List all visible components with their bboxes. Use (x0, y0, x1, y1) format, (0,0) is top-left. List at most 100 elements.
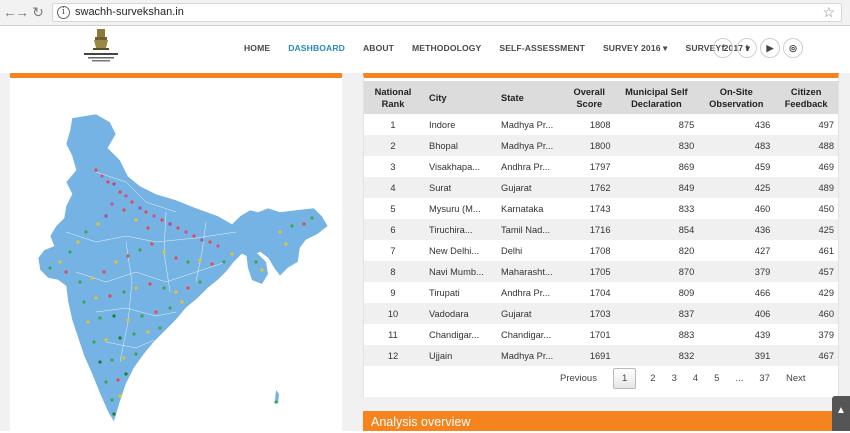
table-row: 2 Bhopal Madhya Pr... 1800 830 483 488 (364, 135, 838, 156)
cell-on-site-observation: 391 (698, 345, 775, 366)
table-row: 11 Chandigar... Chandigar... 1701 883 43… (364, 324, 838, 345)
emblem-logo[interactable] (76, 27, 126, 71)
cell-municipal-self-declaration: 832 (614, 345, 699, 366)
cell-overall-score: 1743 (564, 198, 615, 219)
analysis-overview-header: Analysis overview (363, 411, 839, 431)
cell-on-site-observation: 460 (698, 198, 775, 219)
cell-city: Indore (422, 114, 494, 135)
info-icon[interactable]: i (57, 6, 70, 19)
table-row: 12 Ujjain Madhya Pr... 1691 832 391 467 (364, 345, 838, 366)
cell-citizen-feedback: 429 (774, 282, 838, 303)
cell-municipal-self-declaration: 883 (614, 324, 699, 345)
cell-state: Delhi (494, 240, 564, 261)
cell-city: Tiruchira... (422, 219, 494, 240)
cell-municipal-self-declaration: 875 (614, 114, 699, 135)
cell-on-site-observation: 425 (698, 177, 775, 198)
ranking-table: National Rank City State Overall Score M… (364, 81, 838, 366)
cell-on-site-observation: 406 (698, 303, 775, 324)
cell-city: Mysuru (M... (422, 198, 494, 219)
forward-icon[interactable]: → (14, 4, 30, 20)
cell-on-site-observation: 436 (698, 219, 775, 240)
cell-rank: 1 (364, 114, 422, 135)
cell-municipal-self-declaration: 830 (614, 135, 699, 156)
pagination-page-last[interactable]: 37 (759, 373, 770, 384)
header-state[interactable]: State (494, 81, 564, 114)
table-row: 1 Indore Madhya Pr... 1808 875 436 497 (364, 114, 838, 135)
twitter-icon[interactable]: t (737, 38, 757, 58)
cell-municipal-self-declaration: 870 (614, 261, 699, 282)
cell-rank: 2 (364, 135, 422, 156)
table-row: 7 New Delhi... Delhi 1708 820 427 461 (364, 240, 838, 261)
cell-state: Gujarat (494, 303, 564, 324)
cell-city: Vadodara (422, 303, 494, 324)
browser-address-bar: ← → ↻ i swachh-survekshan.in ☆ (0, 0, 850, 26)
header-national-rank[interactable]: National Rank (364, 81, 422, 114)
cell-citizen-feedback: 425 (774, 219, 838, 240)
cell-on-site-observation: 466 (698, 282, 775, 303)
header-municipal-self-declaration[interactable]: Municipal Self Declaration (614, 81, 699, 114)
cell-state: Chandigar... (494, 324, 564, 345)
cell-city: Bhopal (422, 135, 494, 156)
cell-state: Karnataka (494, 198, 564, 219)
site-header: HOME DASHBOARD ABOUT METHODOLOGY SELF-AS… (0, 27, 850, 73)
table-row: 8 Navi Mumb... Maharasht... 1705 870 379… (364, 261, 838, 282)
nav-dashboard[interactable]: DASHBOARD (288, 43, 345, 59)
cell-overall-score: 1691 (564, 345, 615, 366)
cell-rank: 10 (364, 303, 422, 324)
url-field[interactable]: i swachh-survekshan.in ☆ (52, 3, 842, 22)
facebook-icon[interactable]: f (713, 38, 733, 58)
cell-on-site-observation: 483 (698, 135, 775, 156)
cell-on-site-observation: 459 (698, 156, 775, 177)
table-header-row: National Rank City State Overall Score M… (364, 81, 838, 114)
cell-municipal-self-declaration: 809 (614, 282, 699, 303)
youtube-icon[interactable]: ▶ (760, 38, 780, 58)
pagination-page[interactable]: 2 (650, 373, 655, 384)
cell-citizen-feedback: 489 (774, 177, 838, 198)
reload-icon[interactable]: ↻ (30, 4, 46, 20)
cell-state: Madhya Pr... (494, 135, 564, 156)
bookmark-star-icon[interactable]: ☆ (822, 4, 835, 21)
pagination-ellipsis: ... (735, 372, 744, 384)
cell-municipal-self-declaration: 833 (614, 198, 699, 219)
header-citizen-feedback[interactable]: Citizen Feedback (774, 81, 838, 114)
instagram-icon[interactable]: ◎ (783, 38, 803, 58)
table-row: 10 Vadodara Gujarat 1703 837 406 460 (364, 303, 838, 324)
nav-home[interactable]: HOME (244, 43, 270, 59)
pagination-previous[interactable]: Previous (560, 373, 597, 384)
cell-rank: 7 (364, 240, 422, 261)
cell-rank: 9 (364, 282, 422, 303)
table-row: 6 Tiruchira... Tamil Nad... 1716 854 436… (364, 219, 838, 240)
cell-state: Madhya Pr... (494, 345, 564, 366)
cell-overall-score: 1705 (564, 261, 615, 282)
cell-city: Navi Mumb... (422, 261, 494, 282)
header-on-site-observation[interactable]: On-Site Observation (698, 81, 775, 114)
scroll-top-button[interactable]: ▲ (832, 396, 850, 431)
cell-state: Maharasht... (494, 261, 564, 282)
pagination-page[interactable]: 5 (714, 373, 719, 384)
header-overall-score[interactable]: Overall Score (564, 81, 615, 114)
india-map-shape (37, 113, 329, 423)
header-city[interactable]: City (422, 81, 494, 114)
cell-citizen-feedback: 467 (774, 345, 838, 366)
nav-methodology[interactable]: METHODOLOGY (412, 43, 481, 59)
nav-survey-2016[interactable]: SURVEY 2016 ▾ (603, 43, 668, 59)
cell-city: New Delhi... (422, 240, 494, 261)
cell-rank: 5 (364, 198, 422, 219)
cell-overall-score: 1800 (564, 135, 615, 156)
main-nav: HOME DASHBOARD ABOUT METHODOLOGY SELF-AS… (244, 43, 768, 59)
table-row: 9 Tirupati Andhra Pr... 1704 809 466 429 (364, 282, 838, 303)
india-map[interactable] (36, 112, 336, 430)
cell-rank: 3 (364, 156, 422, 177)
cell-overall-score: 1797 (564, 156, 615, 177)
cell-state: Madhya Pr... (494, 114, 564, 135)
cell-rank: 4 (364, 177, 422, 198)
pagination-page-current[interactable]: 1 (612, 367, 637, 389)
cell-overall-score: 1708 (564, 240, 615, 261)
nav-about[interactable]: ABOUT (363, 43, 394, 59)
pagination-page[interactable]: 3 (672, 373, 677, 384)
nav-self-assessment[interactable]: SELF-ASSESSMENT (499, 43, 585, 59)
pagination-next[interactable]: Next (786, 373, 806, 384)
pagination-page[interactable]: 4 (693, 373, 698, 384)
cell-on-site-observation: 427 (698, 240, 775, 261)
india-northeast-shape (246, 252, 268, 284)
